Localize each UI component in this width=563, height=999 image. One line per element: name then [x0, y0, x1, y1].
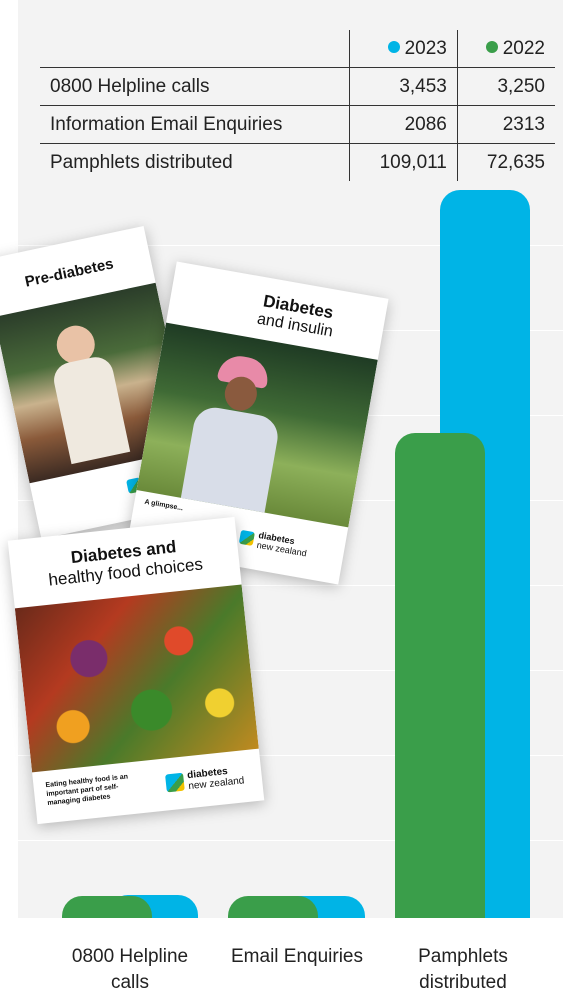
row-value-2022: 3,250 [457, 67, 555, 106]
legend-dot-2023 [387, 40, 400, 53]
brochure-tagline: Eating healthy food is an important part… [45, 773, 129, 807]
bar-2022-pamphlets-distributed [395, 432, 485, 918]
row-value-2022: 2313 [457, 105, 555, 144]
woman-walking-photo [136, 322, 378, 528]
x-label-pamphlets: Pamphlets distributed [378, 944, 548, 996]
table-header-row: 2023 2022 [40, 30, 555, 68]
legend-dot-2022 [485, 40, 498, 53]
legend-2022-label: 2022 [502, 37, 545, 59]
bar-2022-0800-helpline-calls [62, 896, 152, 918]
brochure-food: Diabetes and healthy food choices Eating… [7, 516, 265, 825]
row-value-2023: 109,011 [349, 143, 458, 181]
diabetes-nz-logo-icon [165, 772, 185, 793]
legend-2023: 2023 [349, 30, 458, 68]
table-row: 0800 Helpline calls 3,453 3,250 [40, 67, 555, 106]
legend-2022: 2022 [457, 30, 555, 68]
x-label-line: calls [110, 972, 149, 993]
bar-2022-email-enquiries [228, 896, 318, 918]
row-label: 0800 Helpline calls [40, 67, 350, 106]
x-label-email: Email Enquiries [212, 944, 382, 970]
diabetes-nz-logo-icon [238, 529, 255, 547]
row-label: Information Email Enquiries [40, 105, 350, 144]
x-label-line: 0800 Helpline [71, 946, 189, 967]
legend-2023-label: 2023 [404, 37, 447, 59]
row-value-2023: 2086 [349, 105, 458, 144]
table-header-blank [40, 30, 350, 68]
table-row: Pamphlets distributed 109,011 72,635 [40, 143, 555, 181]
brand-logo: diabetes new zealand [238, 527, 309, 558]
x-label-helpline: 0800 Helpline calls [45, 944, 215, 996]
x-label-line: Email Enquiries [231, 946, 363, 967]
x-label-line: distributed [419, 972, 507, 993]
table-row: Information Email Enquiries 2086 2313 [40, 105, 555, 144]
stats-table: 2023 2022 0800 Helpline calls 3,453 3,25… [40, 30, 555, 181]
row-value-2022: 72,635 [457, 143, 555, 181]
x-label-line: Pamphlets [418, 946, 508, 967]
vegetables-photo [14, 584, 259, 773]
brand-logo: diabetes new zealand [165, 764, 245, 794]
row-label: Pamphlets distributed [40, 143, 350, 181]
row-value-2023: 3,453 [349, 67, 458, 106]
